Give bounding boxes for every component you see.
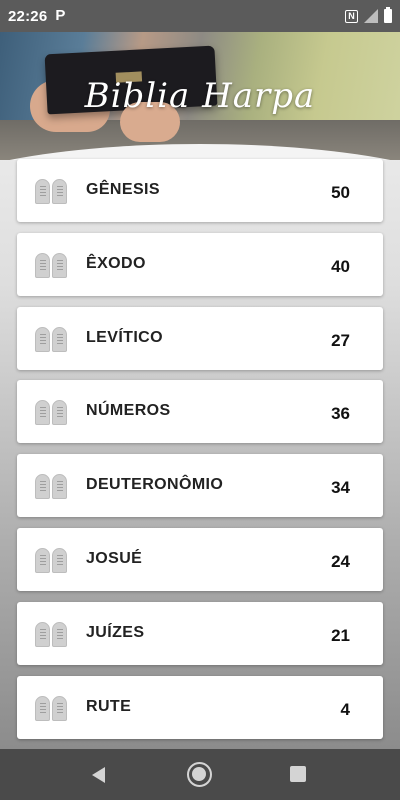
book-card-deuteronomio[interactable]: DEUTERONÔMIO 34 [17, 454, 383, 518]
chapter-count: 21 [331, 625, 350, 645]
tablets-icon [35, 695, 68, 722]
tablets-icon [35, 547, 68, 574]
chapter-count: 4 [340, 699, 350, 719]
book-card-levitico[interactable]: LEVÍTICO 27 [17, 306, 383, 370]
book-card-rute[interactable]: RUTE 4 [17, 675, 383, 739]
status-time: 22:26 [8, 7, 48, 25]
tablets-icon [35, 179, 68, 205]
book-name: LEVÍTICO [86, 328, 163, 346]
back-icon[interactable] [92, 767, 105, 783]
header-banner: Biblia Harpa [0, 32, 400, 160]
chapter-count: 27 [331, 330, 350, 350]
book-card-exodo[interactable]: ÊXODO 40 [17, 232, 383, 296]
status-bar: 22:26 P N [0, 0, 400, 32]
book-name: ÊXODO [86, 254, 146, 272]
recents-icon[interactable] [290, 766, 306, 782]
tablets-icon [35, 252, 68, 279]
chapter-count: 24 [331, 551, 350, 571]
book-name: JUÍZES [86, 623, 145, 641]
book-list: GÊNESIS 50 ÊXODO 40 LEVÍTICO 27 NÚMEROS … [17, 159, 383, 749]
book-list-screen: Biblia Harpa GÊNESIS 50 ÊXODO 40 LEVÍTIC… [0, 32, 400, 749]
chapter-count: 34 [331, 478, 350, 498]
book-card-josue[interactable]: JOSUÉ 24 [17, 527, 383, 591]
book-card-juizes[interactable]: JUÍZES 21 [17, 601, 383, 665]
chapter-count: 50 [331, 183, 350, 202]
navigation-bar [0, 749, 400, 800]
nfc-icon: N [345, 9, 358, 23]
book-name: NÚMEROS [86, 402, 171, 420]
book-name: DEUTERONÔMIO [86, 476, 224, 494]
tablets-icon [35, 400, 68, 426]
book-name: JOSUÉ [86, 549, 143, 567]
parking-icon: P [55, 7, 66, 24]
tablets-icon [35, 326, 68, 353]
status-icons: N [345, 7, 392, 23]
chapter-count: 40 [331, 256, 350, 276]
tablets-icon [35, 474, 68, 500]
signal-icon [364, 9, 378, 23]
chapter-count: 36 [331, 404, 350, 424]
battery-icon [384, 7, 392, 23]
book-card-numeros[interactable]: NÚMEROS 36 [17, 380, 383, 444]
tablets-icon [35, 621, 68, 648]
book-name: GÊNESIS [86, 181, 160, 198]
book-card-genesis[interactable]: GÊNESIS 50 [17, 159, 383, 222]
book-name: RUTE [86, 697, 132, 715]
app-title: Biblia Harpa [84, 76, 316, 116]
home-icon[interactable] [187, 762, 212, 787]
